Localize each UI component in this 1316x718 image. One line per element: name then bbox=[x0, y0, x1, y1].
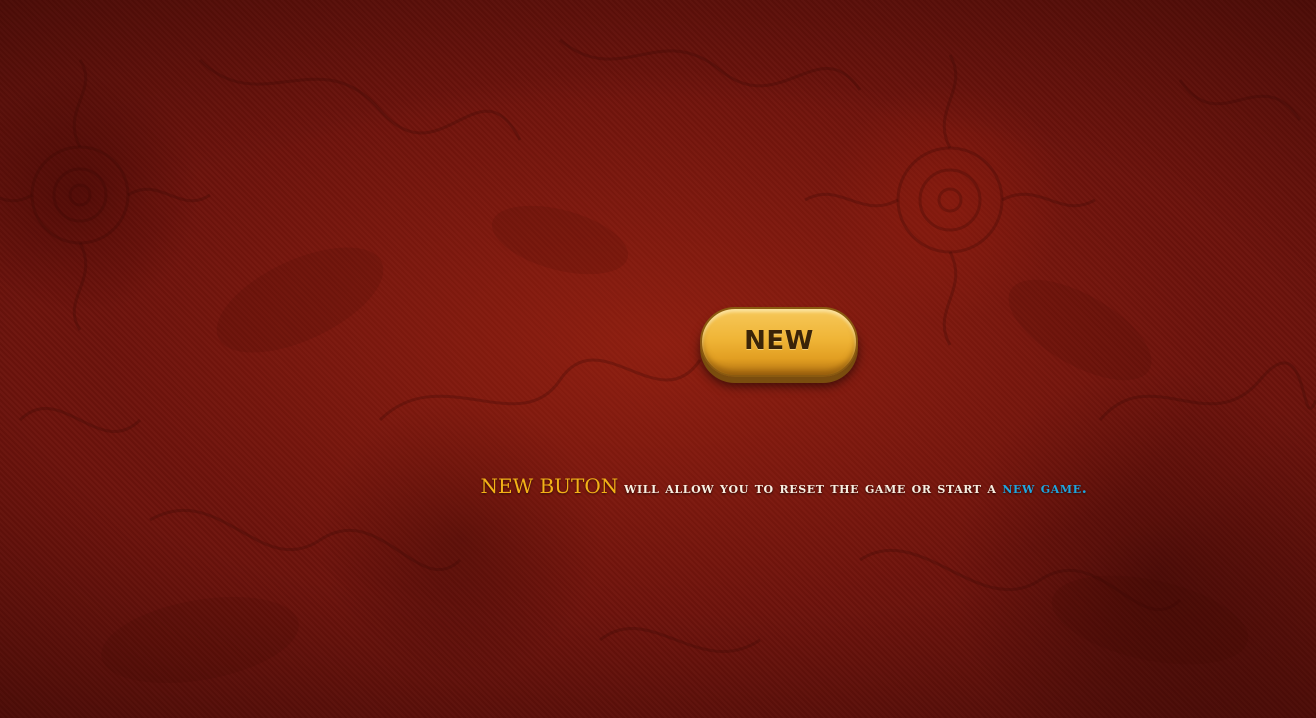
new-button-label: NEW bbox=[744, 325, 814, 356]
new-game-button[interactable]: NEW bbox=[700, 307, 858, 377]
new-button-help-text: NEW BUTON will allow you to reset the ga… bbox=[420, 472, 1148, 502]
help-highlight-new-button: NEW BUTON bbox=[480, 474, 619, 498]
help-body-text: will allow you to reset the game or star… bbox=[618, 479, 1003, 497]
help-highlight-new-game: new game. bbox=[1002, 479, 1088, 497]
damask-background-pattern bbox=[0, 38, 1316, 684]
